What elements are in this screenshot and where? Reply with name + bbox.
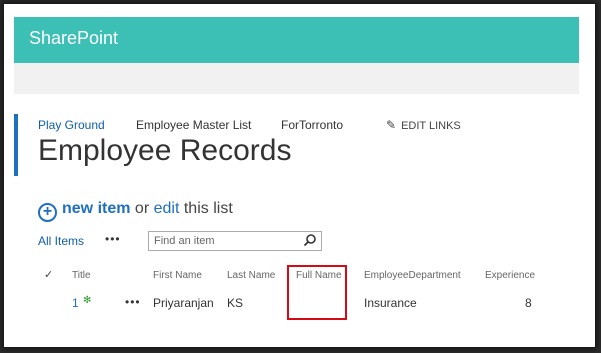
- nav-item-play-ground[interactable]: Play Ground: [38, 118, 105, 132]
- select-all-checkmark[interactable]: ✓: [44, 268, 53, 281]
- browser-frame: SharePoint Play Ground Employee Master L…: [4, 4, 595, 347]
- edit-list-link[interactable]: edit: [154, 200, 180, 217]
- edit-links-label: EDIT LINKS: [401, 120, 461, 132]
- new-item-link[interactable]: new item: [62, 200, 130, 217]
- nav-accent-bar: [14, 114, 18, 176]
- nav-item-employee-master-list[interactable]: Employee Master List: [136, 118, 251, 132]
- new-item-icon: ✻: [83, 295, 92, 306]
- full-name-highlight: [287, 265, 347, 320]
- column-header-last-name[interactable]: Last Name: [227, 270, 275, 281]
- row-more-button[interactable]: •••: [125, 295, 141, 309]
- page-title: Employee Records: [38, 134, 292, 167]
- column-header-title[interactable]: Title: [72, 270, 91, 281]
- brand-title[interactable]: SharePoint: [29, 28, 118, 49]
- cell-department: Insurance: [364, 296, 417, 310]
- pencil-icon: ✎: [386, 118, 397, 132]
- search-box[interactable]: Find an item: [148, 231, 322, 251]
- edit-links-button[interactable]: ✎ EDIT LINKS: [386, 118, 461, 132]
- suite-bar: SharePoint: [14, 17, 579, 63]
- search-input[interactable]: Find an item: [154, 235, 215, 247]
- nav-item-fortorronto[interactable]: ForTorronto: [281, 118, 343, 132]
- view-more-button[interactable]: •••: [105, 232, 121, 246]
- view-all-items[interactable]: All Items: [38, 234, 84, 248]
- ribbon-bar: [14, 63, 579, 94]
- search-icon[interactable]: [303, 233, 317, 247]
- or-text: or: [134, 200, 150, 217]
- cell-experience: 8: [525, 296, 532, 310]
- list-actions: + new item or edit this list: [38, 200, 233, 222]
- column-header-first-name[interactable]: First Name: [153, 270, 202, 281]
- this-list-text: this list: [183, 200, 233, 217]
- cell-last-name: KS: [227, 296, 244, 310]
- add-circle-icon[interactable]: +: [38, 203, 57, 222]
- cell-first-name: Priyaranjan: [153, 296, 214, 310]
- column-header-experience[interactable]: Experience: [485, 270, 535, 281]
- row-title-link[interactable]: 1: [72, 296, 79, 310]
- column-header-employee-department[interactable]: EmployeeDepartment: [364, 270, 461, 281]
